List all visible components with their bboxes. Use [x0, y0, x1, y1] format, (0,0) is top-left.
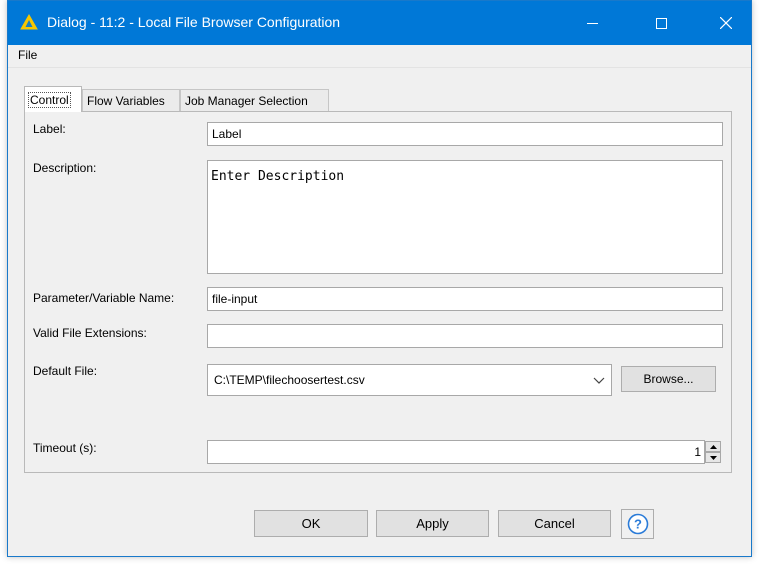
close-button[interactable] [703, 1, 749, 45]
default-file-field-label: Default File: [33, 364, 98, 378]
spinner-down-button[interactable] [705, 452, 721, 463]
tab-flow-variables[interactable]: Flow Variables [82, 89, 180, 111]
tab-flow-variables-label: Flow Variables [87, 93, 165, 108]
browse-button[interactable]: Browse... [621, 366, 716, 392]
param-name-field-label: Parameter/Variable Name: [33, 291, 175, 305]
menu-file[interactable]: File [18, 48, 37, 62]
description-textarea[interactable]: Enter Description [207, 160, 723, 274]
ok-button[interactable]: OK [254, 510, 368, 537]
timeout-field-label: Timeout (s): [33, 441, 97, 455]
help-button[interactable]: ? [621, 509, 654, 539]
svg-text:?: ? [634, 517, 642, 532]
chevron-down-icon [593, 377, 605, 384]
timeout-input[interactable]: 1 [207, 440, 705, 464]
default-file-value: C:\TEMP\filechoosertest.csv [214, 373, 365, 387]
knime-warning-triangle-icon [20, 14, 38, 30]
extensions-input[interactable] [207, 324, 723, 348]
spinner-up-button[interactable] [705, 441, 721, 452]
window-title: Dialog - 11:2 - Local File Browser Confi… [47, 14, 341, 30]
caret-up-icon [709, 444, 717, 449]
maximize-button[interactable] [638, 1, 684, 45]
title-bar[interactable]: Dialog - 11:2 - Local File Browser Confi… [8, 1, 751, 45]
cancel-button[interactable]: Cancel [498, 510, 611, 537]
apply-button[interactable]: Apply [376, 510, 489, 537]
timeout-spinner [705, 440, 721, 464]
tab-control-label: Control [28, 91, 71, 108]
param-name-input[interactable]: file-input [207, 287, 723, 311]
tab-job-manager-selection[interactable]: Job Manager Selection [180, 89, 329, 111]
tab-job-manager-label: Job Manager Selection [185, 93, 308, 108]
caret-down-icon [709, 455, 717, 460]
help-question-icon: ? [627, 513, 648, 535]
maximize-icon [655, 17, 667, 29]
minimize-button[interactable] [569, 1, 615, 45]
tab-control[interactable]: Control [24, 86, 82, 112]
default-file-combo[interactable]: C:\TEMP\filechoosertest.csv [207, 364, 612, 396]
menu-bar: File [8, 45, 751, 68]
extensions-field-label: Valid File Extensions: [33, 326, 147, 340]
minimize-icon [586, 22, 598, 24]
label-field-label: Label: [33, 122, 66, 136]
label-input[interactable]: Label [207, 122, 723, 146]
description-field-label: Description: [33, 161, 97, 175]
close-icon [720, 17, 732, 29]
